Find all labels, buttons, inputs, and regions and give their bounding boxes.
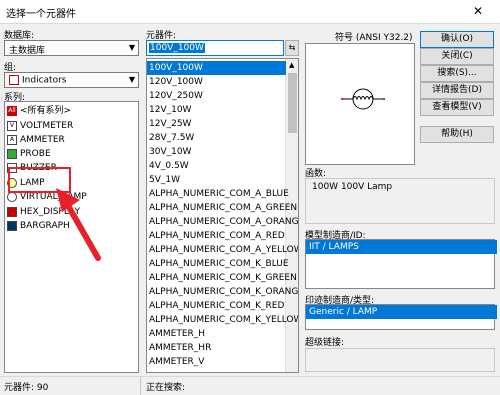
scroll-up-icon[interactable]: ▲ — [289, 61, 294, 69]
hyperlink-box[interactable] — [305, 348, 495, 372]
component-item[interactable]: 120V_250W — [149, 89, 203, 103]
component-search-input[interactable]: 100V_100W — [146, 40, 284, 56]
component-item[interactable]: 12V_25W — [149, 117, 191, 131]
group-select-value: Indicators — [22, 75, 67, 86]
annotation-arrow-icon — [56, 188, 101, 261]
symbol-label: 符号 (ANSI Y32.2) — [335, 33, 413, 43]
function-value: 100W 100V Lamp — [312, 182, 393, 192]
database-select-value: 主数据库 — [9, 46, 46, 56]
close-button[interactable]: 关闭(C) — [420, 48, 494, 65]
status-bar: 元器件: 90 正在搜索: — [0, 376, 500, 395]
component-count: 元器件: 90 — [4, 383, 49, 393]
all-families-icon: All — [7, 105, 17, 116]
component-item[interactable]: ALPHA_NUMERIC_COM_K_GREEN — [149, 271, 297, 285]
hyperlink-label: 超级链接: — [305, 338, 345, 348]
scroll-thumb[interactable] — [288, 73, 297, 133]
component-item[interactable]: ALPHA_NUMERIC_COM_A_ORANGE — [149, 215, 298, 229]
lamp-symbol-icon — [341, 88, 385, 110]
chevron-down-icon: ▼ — [128, 75, 135, 84]
help-button[interactable]: 帮助(H) — [420, 126, 494, 143]
status-divider — [140, 377, 141, 395]
ammeter-icon: A — [7, 134, 17, 145]
component-list[interactable]: ▲ 100V_100W 120V_100W 120V_250W 12V_10W … — [146, 58, 299, 373]
filter-icon[interactable]: ⇆ — [285, 40, 299, 56]
component-item-selected[interactable]: 100V_100W — [147, 61, 286, 75]
chevron-down-icon: ▼ — [128, 43, 135, 52]
probe-icon — [7, 148, 17, 159]
component-item[interactable]: 12V_10W — [149, 103, 191, 117]
component-item[interactable]: AMMETER_H — [149, 327, 205, 341]
component-search-value: 100V_100W — [149, 43, 205, 53]
family-item-probe[interactable]: PROBE — [7, 147, 51, 161]
search-status: 正在搜索: — [146, 383, 186, 393]
view-model-button[interactable]: 查看模型(V) — [420, 99, 494, 116]
component-item[interactable]: AMMETER_V — [149, 355, 204, 369]
family-item-all[interactable]: All <所有系列> — [7, 104, 71, 118]
search-button[interactable]: 搜索(S)... — [420, 65, 494, 82]
component-item[interactable]: 28V_7.5W — [149, 131, 194, 145]
component-item[interactable]: ALPHA_NUMERIC_COM_K_BLUE — [149, 257, 289, 271]
family-item-ammeter[interactable]: A AMMETER — [7, 133, 65, 147]
component-item[interactable]: ALPHA_NUMERIC_COM_K_RED — [149, 299, 284, 313]
family-item-voltmeter[interactable]: V VOLTMETER — [7, 119, 73, 133]
model-list[interactable]: IIT / LAMPS — [305, 239, 497, 289]
window-title: 选择一个元器件 — [6, 9, 76, 20]
virtual-lamp-icon — [7, 191, 17, 202]
bargraph-icon — [7, 220, 17, 231]
component-item[interactable]: ALPHA_NUMERIC_COM_A_GREEN — [149, 201, 297, 215]
group-select[interactable]: Indicators ▼ — [4, 72, 139, 88]
component-item[interactable]: ALPHA_NUMERIC_COM_K_ORANGE — [149, 285, 298, 299]
component-item[interactable]: 120V_100W — [149, 75, 203, 89]
component-item[interactable]: ALPHA_NUMERIC_COM_A_BLUE — [149, 187, 289, 201]
function-box: 100W 100V Lamp — [305, 178, 495, 224]
title-bar: 选择一个元器件 ✕ — [0, 0, 500, 24]
footprint-item-selected[interactable]: Generic / LAMP — [306, 305, 497, 319]
indicators-icon — [9, 75, 19, 85]
ok-button[interactable]: 确认(O) — [420, 31, 494, 48]
component-item[interactable]: ALPHA_NUMERIC_COM_A_YELLOW — [149, 243, 298, 257]
component-item[interactable]: 30V_10W — [149, 145, 191, 159]
close-window-icon[interactable]: ✕ — [463, 2, 493, 21]
component-item[interactable]: AMMETER_HR — [149, 341, 211, 355]
component-item[interactable]: 5V_1W — [149, 173, 180, 187]
database-select[interactable]: 主数据库 ▼ — [4, 40, 139, 56]
symbol-preview — [305, 43, 415, 165]
hex-display-icon — [7, 206, 17, 217]
component-item[interactable]: ALPHA_NUMERIC_COM_K_YELLOW — [149, 313, 298, 327]
component-item[interactable]: ALPHA_NUMERIC_COM_A_RED — [149, 229, 285, 243]
voltmeter-icon: V — [7, 120, 17, 131]
detail-report-button[interactable]: 详情报告(D) — [420, 82, 494, 99]
model-item-selected[interactable]: IIT / LAMPS — [306, 240, 497, 254]
component-item[interactable]: 4V_0.5W — [149, 159, 189, 173]
footprint-list[interactable]: Generic / LAMP — [305, 304, 497, 330]
